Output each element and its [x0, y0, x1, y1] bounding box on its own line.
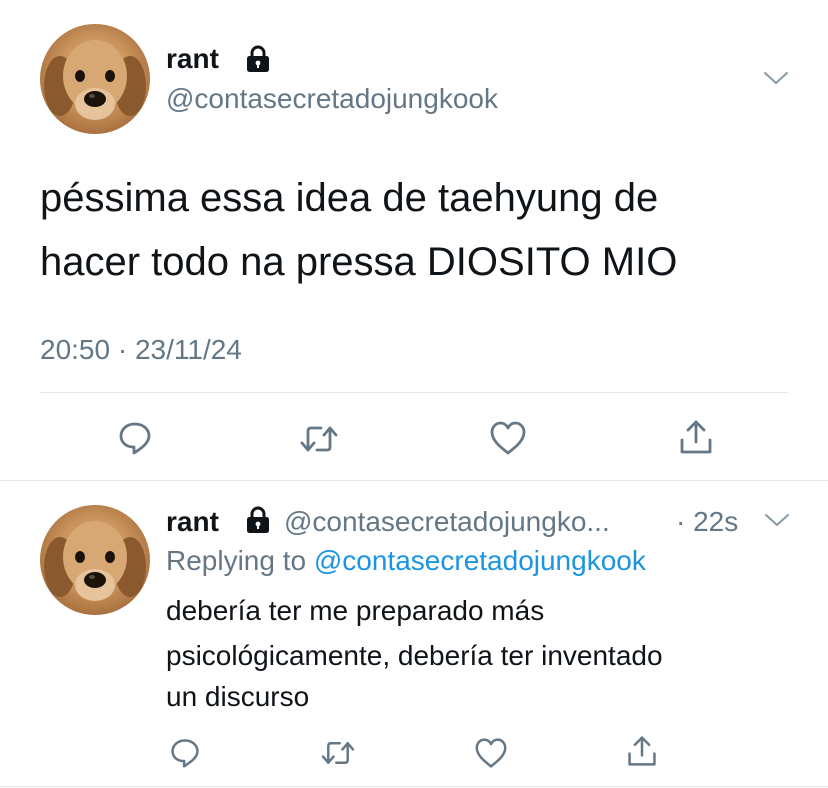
reply-icon[interactable] — [117, 420, 153, 456]
avatar[interactable] — [40, 505, 150, 615]
tweet-text-line: péssima essa idea de taehyung de — [40, 176, 659, 220]
reply-text-line: un discurso — [166, 681, 310, 712]
lock-icon — [244, 505, 272, 535]
replying-to-label: Replying to — [166, 545, 307, 576]
tweet-text-line: hacer todo na pressa DIOSITO MIO — [40, 240, 678, 284]
handle[interactable]: @contasecretadojungko... — [284, 505, 610, 539]
divider — [40, 392, 788, 393]
display-name[interactable]: rant — [166, 42, 219, 76]
tweet-age[interactable]: · 22s — [676, 505, 738, 539]
dog-avatar-image — [44, 521, 146, 601]
divider — [0, 480, 828, 481]
like-icon[interactable] — [474, 737, 508, 769]
retweet-icon[interactable] — [299, 422, 339, 456]
handle[interactable]: @contasecretadojungkook — [166, 82, 498, 116]
share-icon[interactable] — [678, 418, 714, 456]
retweet-icon[interactable] — [320, 738, 356, 768]
tweet-timestamp[interactable]: 20:50 · 23/11/24 — [40, 333, 242, 367]
replying-to-handle[interactable]: @contasecretadojungkook — [314, 545, 646, 576]
reply-icon[interactable] — [169, 737, 201, 769]
avatar[interactable] — [40, 24, 150, 134]
lock-icon — [244, 44, 272, 74]
chevron-down-icon[interactable] — [763, 70, 789, 86]
divider — [0, 786, 828, 787]
chevron-down-icon[interactable] — [764, 512, 790, 528]
replying-to: Replying to @contasecretadojungkook — [166, 544, 646, 578]
reply-text-line: debería ter me preparado más — [166, 595, 545, 626]
share-icon[interactable] — [626, 734, 658, 768]
like-icon[interactable] — [489, 420, 527, 456]
dog-avatar-image — [44, 40, 146, 120]
display-name[interactable]: rant — [166, 505, 219, 539]
reply-text-line: psicológicamente, debería ter inventado — [166, 640, 663, 671]
